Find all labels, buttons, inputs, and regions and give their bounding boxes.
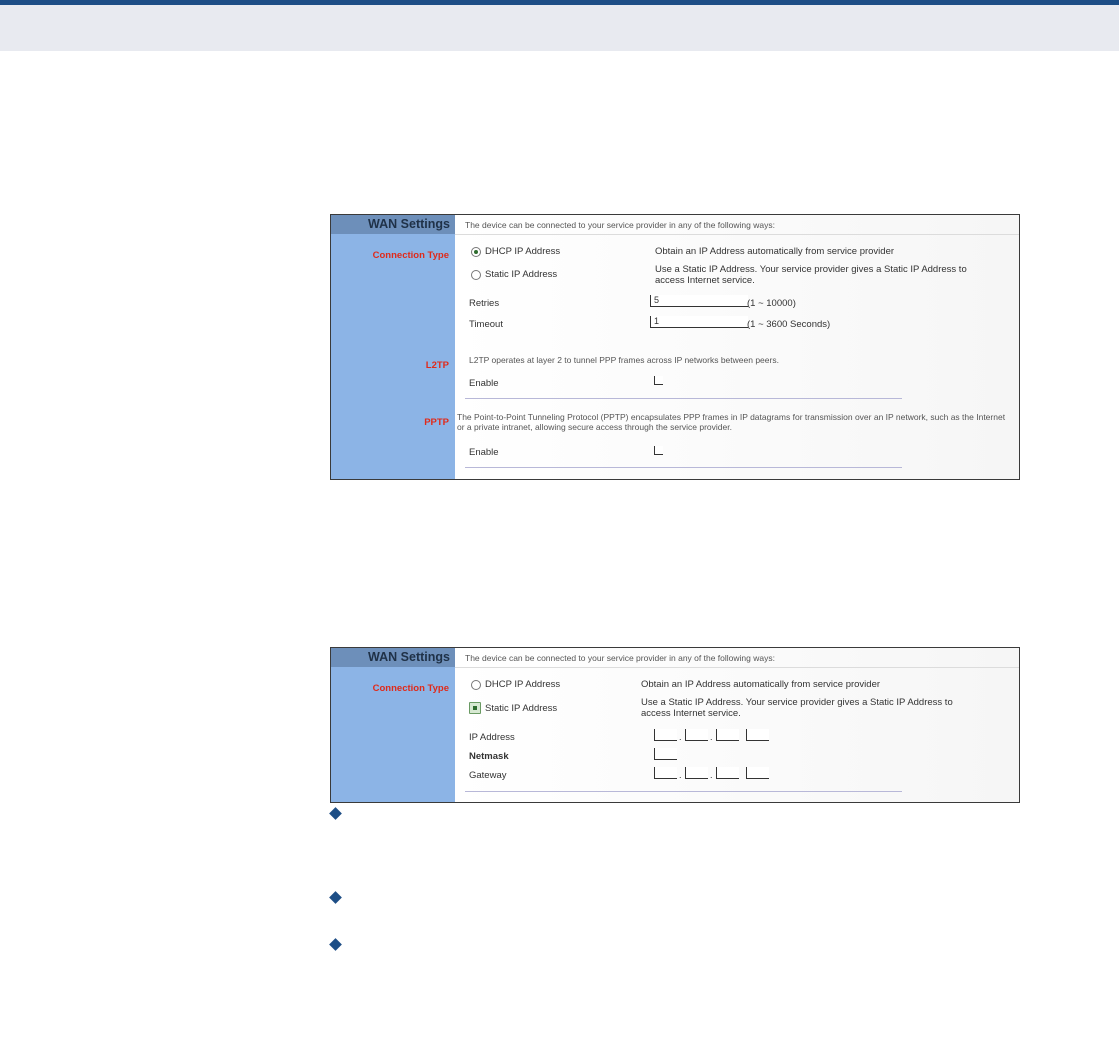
sidebar-title: WAN Settings [368, 217, 450, 231]
gateway-octet-4-input[interactable] [746, 767, 769, 779]
netmask-octet-1-input[interactable] [654, 748, 677, 760]
static-radio[interactable] [471, 270, 481, 280]
ip-address-label: IP Address [469, 732, 515, 743]
intro-text: The device can be connected to your serv… [465, 653, 775, 663]
ip-dot: . [679, 732, 682, 742]
bullet-marker [329, 807, 342, 820]
static-radio[interactable] [469, 702, 481, 714]
dhcp-description: Obtain an IP Address automatically from … [641, 679, 881, 690]
dhcp-description: Obtain an IP Address automatically from … [655, 246, 895, 257]
settings-content: The device can be connected to your serv… [455, 215, 1019, 479]
divider [465, 791, 902, 792]
dhcp-radio[interactable] [471, 247, 481, 257]
ip-octet-3-input[interactable] [716, 729, 739, 741]
connection-type-label: Connection Type [372, 683, 449, 694]
divider [465, 398, 902, 399]
connection-type-label: Connection Type [372, 250, 449, 261]
static-label: Static IP Address [485, 703, 558, 714]
bullet-marker [329, 938, 342, 951]
retries-input[interactable]: 5 [650, 295, 748, 307]
pptp-description-line1: The Point-to-Point Tunneling Protocol (P… [457, 412, 1006, 422]
ip-octet-1-input[interactable] [654, 729, 677, 741]
static-description-line1: Use a Static IP Address. Your service pr… [641, 697, 953, 708]
gateway-octet-2-input[interactable] [685, 767, 708, 779]
divider [465, 467, 902, 468]
settings-content: The device can be connected to your serv… [455, 648, 1019, 802]
static-description-line2: access Internet service. [641, 708, 741, 719]
pptp-enable-label: Enable [469, 447, 499, 458]
dhcp-radio[interactable] [471, 680, 481, 690]
l2tp-description: L2TP operates at layer 2 to tunnel PPP f… [469, 355, 779, 365]
static-description-line2: access Internet service. [655, 275, 755, 286]
netmask-label: Netmask [469, 751, 509, 762]
pptp-description-line2: or a private intranet, allowing secure a… [457, 422, 732, 432]
bullet-marker [329, 891, 342, 904]
l2tp-enable-label: Enable [469, 378, 499, 389]
timeout-label: Timeout [469, 319, 503, 330]
l2tp-label: L2TP [425, 360, 449, 371]
sidebar-header: WAN Settings [331, 648, 455, 667]
gateway-label: Gateway [469, 770, 507, 781]
l2tp-enable-checkbox[interactable] [654, 376, 663, 385]
retries-range: (1 ~ 10000) [747, 298, 796, 309]
content-header: The device can be connected to your serv… [455, 648, 1019, 668]
intro-text: The device can be connected to your serv… [465, 220, 775, 230]
gateway-octet-3-input[interactable] [716, 767, 739, 779]
wan-settings-static-panel: WAN Settings Connection Type The device … [330, 647, 1020, 803]
sidebar-header: WAN Settings [331, 215, 455, 234]
gateway-dot: . [710, 770, 713, 780]
dhcp-label: DHCP IP Address [485, 679, 561, 690]
static-label: Static IP Address [485, 269, 558, 280]
timeout-input[interactable]: 1 [650, 316, 748, 328]
static-description-line1: Use a Static IP Address. Your service pr… [655, 264, 967, 275]
sidebar: WAN Settings Connection Type L2TP PPTP [331, 215, 455, 479]
gateway-dot: . [679, 770, 682, 780]
sidebar: WAN Settings Connection Type [331, 648, 455, 802]
dhcp-label: DHCP IP Address [485, 246, 561, 257]
wan-settings-dhcp-panel: WAN Settings Connection Type L2TP PPTP T… [330, 214, 1020, 480]
gateway-octet-1-input[interactable] [654, 767, 677, 779]
timeout-range: (1 ~ 3600 Seconds) [747, 319, 831, 330]
ip-octet-2-input[interactable] [685, 729, 708, 741]
pptp-label: PPTP [424, 417, 449, 428]
content-header: The device can be connected to your serv… [455, 215, 1019, 235]
ip-dot: . [710, 732, 713, 742]
retries-label: Retries [469, 298, 500, 309]
header-band [0, 5, 1119, 51]
pptp-enable-checkbox[interactable] [654, 446, 663, 455]
ip-octet-4-input[interactable] [746, 729, 769, 741]
sidebar-title: WAN Settings [368, 650, 450, 664]
